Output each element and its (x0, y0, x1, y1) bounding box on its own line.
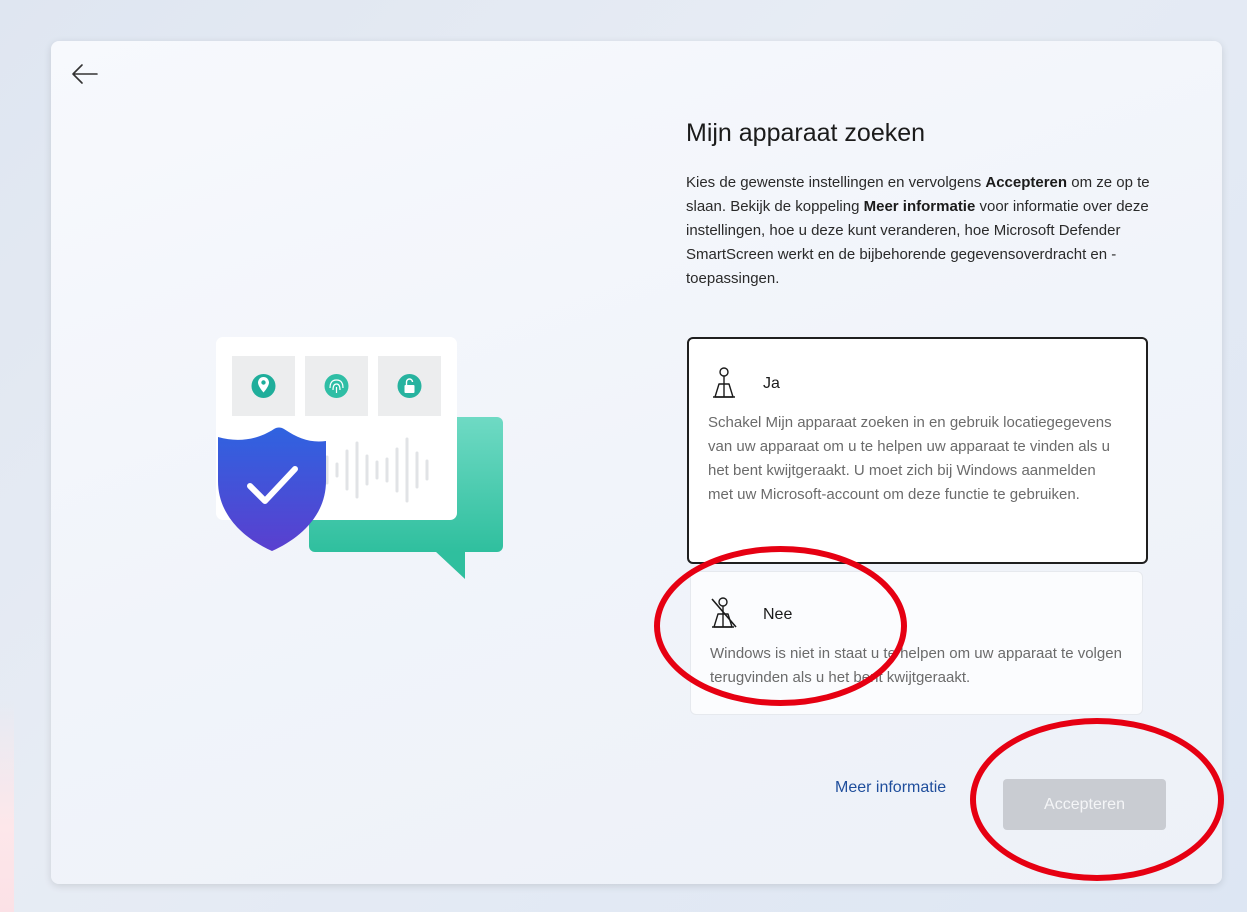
page-title: Mijn apparaat zoeken (686, 119, 926, 147)
option-no-description: Windows is niet in staat u te helpen om … (710, 645, 1122, 686)
page-description: Kies de gewenste instellingen en vervolg… (686, 174, 1150, 287)
more-info-link[interactable]: Meer informatie (835, 779, 946, 797)
location-person-icon (713, 367, 735, 398)
back-arrow-icon[interactable] (71, 63, 99, 85)
option-no[interactable]: Nee Windows is niet in staat u te helpen… (690, 571, 1143, 715)
location-off-icon (711, 597, 737, 628)
setup-card: Mijn apparaat zoeken Kies de gewenste in… (51, 41, 1222, 884)
option-no-label: Nee (763, 606, 793, 623)
find-device-illustration (216, 337, 503, 579)
unlock-icon (397, 374, 422, 398)
accept-button[interactable]: Accepteren (1003, 779, 1166, 830)
background-accent (0, 700, 14, 912)
option-yes-label: Ja (763, 375, 780, 392)
option-yes-description: Schakel Mijn apparaat zoeken in en gebru… (708, 414, 1112, 503)
option-yes[interactable]: Ja Schakel Mijn apparaat zoeken in en ge… (687, 337, 1148, 564)
location-pin-icon (251, 374, 276, 398)
fingerprint-icon (324, 374, 349, 398)
